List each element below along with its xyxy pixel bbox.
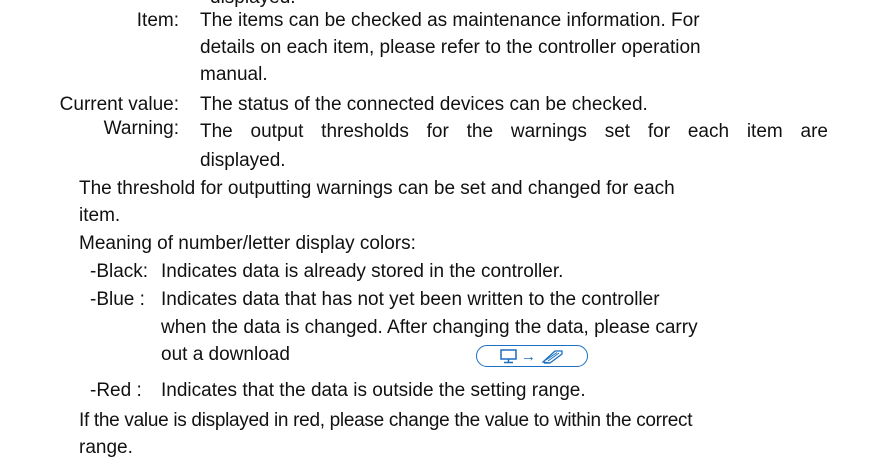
threshold-note-line-1: The threshold for outputting warnings ca… — [79, 178, 675, 199]
color-blue-line-2: when the data is changed. After changing… — [161, 317, 698, 338]
term-item: Item: — [136, 10, 179, 31]
item-desc-line-2: details on each item, please refer to th… — [200, 37, 701, 58]
monitor-icon — [500, 348, 517, 363]
color-red-text: Indicates that the data is outside the s… — [161, 380, 586, 401]
final-note-line-2: range. — [79, 437, 133, 458]
color-blue-label: -Blue : — [90, 289, 145, 310]
current-value-desc: The status of the connected devices can … — [200, 94, 648, 115]
final-note-line-1: If the value is displayed in red, please… — [79, 410, 693, 431]
term-warning: Warning: — [103, 118, 179, 139]
color-blue-line-3: out a download — [161, 344, 290, 365]
colors-heading: Meaning of number/letter display colors: — [79, 233, 416, 254]
controller-icon — [541, 350, 563, 364]
term-current-value: Current value: — [59, 94, 179, 115]
item-desc-line-3: manual. — [200, 64, 268, 85]
color-black-text: Indicates data is already stored in the … — [161, 261, 564, 282]
color-red-label: -Red : — [90, 380, 142, 401]
threshold-note-line-2: item. — [79, 205, 121, 226]
color-blue-line-1: Indicates data that has not yet been wri… — [161, 289, 660, 310]
warning-desc-line-1: The output thresholds for the warnings s… — [200, 121, 828, 142]
item-desc-line-1: The items can be checked as maintenance … — [200, 10, 700, 31]
arrow-right-icon: → — [521, 347, 536, 365]
color-black-label: -Black: — [90, 261, 149, 282]
clipped-header-text: displayed. — [210, 0, 296, 9]
warning-desc-line-2: displayed. — [200, 150, 286, 171]
download-button[interactable]: → — [476, 345, 588, 367]
